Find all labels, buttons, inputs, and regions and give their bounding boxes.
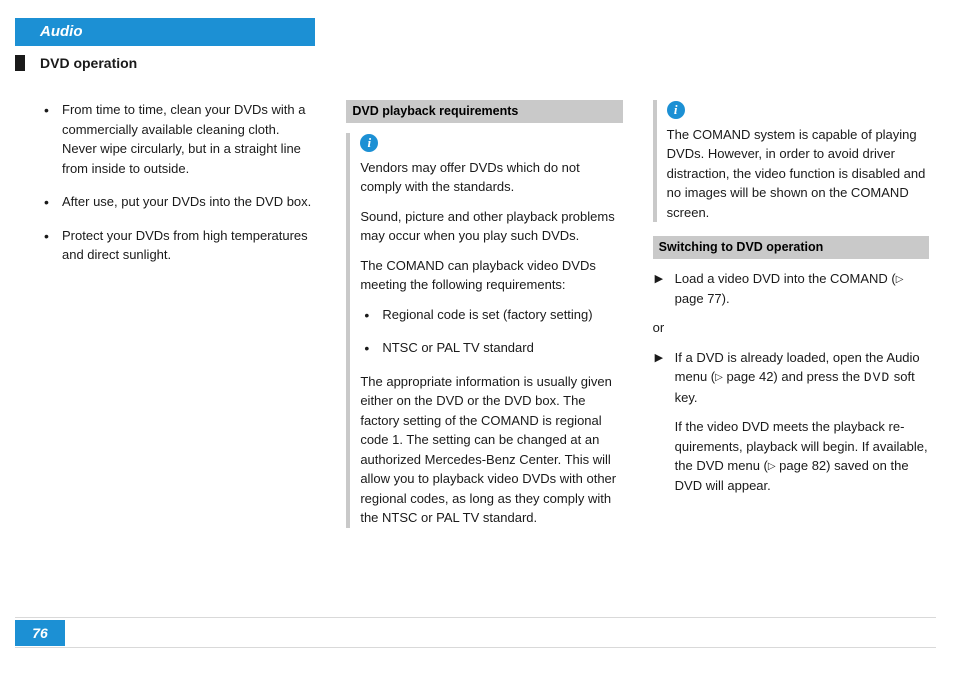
- info-icon: i: [667, 101, 685, 119]
- step-arrow-icon: ▶: [655, 271, 663, 288]
- paragraph: The COMAND system is capable of playing …: [667, 125, 929, 223]
- pageref-icon: [768, 458, 776, 473]
- step-list: ▶ Load a video DVD into the COMAND ( pag…: [653, 269, 929, 308]
- requirements-bullets: Regional code is set (factory setting) N…: [360, 305, 622, 358]
- care-bullets: From time to time, clean your DVDs with …: [40, 100, 316, 265]
- section-heading-playback: DVD playback requirements: [346, 100, 622, 123]
- info-icon: i: [360, 134, 378, 152]
- list-item: Protect your DVDs from high temperatures…: [40, 226, 316, 265]
- footer-rule: [15, 647, 936, 648]
- step-text: Load a video DVD into the COMAND ( page …: [675, 271, 904, 306]
- step-text: If a DVD is already loaded, open the Au­…: [675, 348, 929, 408]
- text-run: Load a video DVD into the COMAND (: [675, 271, 896, 286]
- edge-tab: [15, 55, 25, 71]
- footer-rule: [15, 617, 936, 618]
- or-separator: or: [653, 318, 929, 338]
- list-item: From time to time, clean your DVDs with …: [40, 100, 316, 178]
- pageref-icon: [715, 369, 723, 384]
- text-run: page 77).: [675, 291, 730, 306]
- paragraph: The appropriate information is usually g…: [360, 372, 622, 528]
- section-heading-switching: Switching to DVD operation: [653, 236, 929, 259]
- column-1: From time to time, clean your DVDs with …: [40, 100, 316, 604]
- page-number: 76: [15, 620, 65, 646]
- section-subtitle: DVD operation: [40, 55, 137, 71]
- step-text: If the video DVD meets the playback re­q…: [675, 417, 929, 495]
- pageref-icon: [896, 271, 904, 286]
- step-item: ▶ If a DVD is already loaded, open the A…: [653, 348, 929, 496]
- content-columns: From time to time, clean your DVDs with …: [40, 100, 929, 604]
- chapter-title: Audio: [15, 18, 315, 46]
- list-item: Regional code is set (factory setting): [360, 305, 622, 325]
- paragraph: Vendors may offer DVDs which do not comp…: [360, 158, 622, 197]
- paragraph: Sound, picture and other playback proble…: [360, 207, 622, 246]
- softkey-label: DVD: [864, 370, 890, 385]
- info-block: i The COMAND system is capable of playin…: [653, 100, 929, 222]
- manual-page: Audio DVD operation From time to time, c…: [0, 0, 954, 674]
- step-item: ▶ Load a video DVD into the COMAND ( pag…: [653, 269, 929, 308]
- column-3: i The COMAND system is capable of playin…: [653, 100, 929, 604]
- step-arrow-icon: ▶: [655, 350, 663, 367]
- column-2: DVD playback requirements i Vendors may …: [346, 100, 622, 604]
- paragraph: The COMAND can playback video DVDs meeti…: [360, 256, 622, 295]
- info-block: i Vendors may offer DVDs which do not co…: [346, 133, 622, 528]
- list-item: NTSC or PAL TV standard: [360, 338, 622, 358]
- list-item: After use, put your DVDs into the DVD bo…: [40, 192, 316, 212]
- text-run: page 42) and press the: [723, 369, 864, 384]
- step-list: ▶ If a DVD is already loaded, open the A…: [653, 348, 929, 496]
